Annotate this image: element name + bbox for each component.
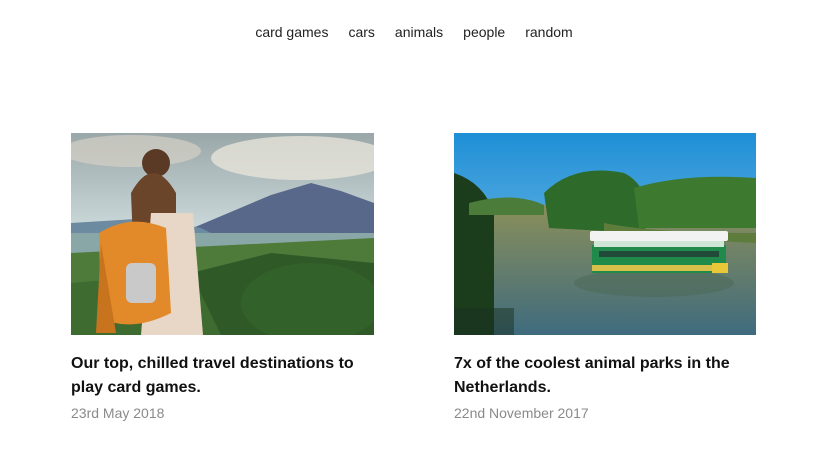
post-image-boat[interactable] [454, 133, 756, 335]
nav-item-random[interactable]: random [525, 24, 572, 40]
post-card-travel: Our top, chilled travel destinations to … [71, 133, 374, 421]
nav-item-people[interactable]: people [463, 24, 505, 40]
post-date: 23rd May 2018 [71, 405, 165, 421]
nav-item-animals[interactable]: animals [395, 24, 443, 40]
nav-item-card-games[interactable]: card games [255, 24, 328, 40]
post-image-hiker[interactable] [71, 133, 374, 335]
nav-item-cars[interactable]: cars [348, 24, 374, 40]
post-title[interactable]: Our top, chilled travel destinations to … [71, 352, 374, 400]
post-date: 22nd November 2017 [454, 405, 589, 421]
category-nav: card games cars animals people random [0, 24, 828, 40]
post-title[interactable]: 7x of the coolest animal parks in the Ne… [454, 352, 756, 400]
post-card-animal-parks: 7x of the coolest animal parks in the Ne… [454, 133, 756, 421]
